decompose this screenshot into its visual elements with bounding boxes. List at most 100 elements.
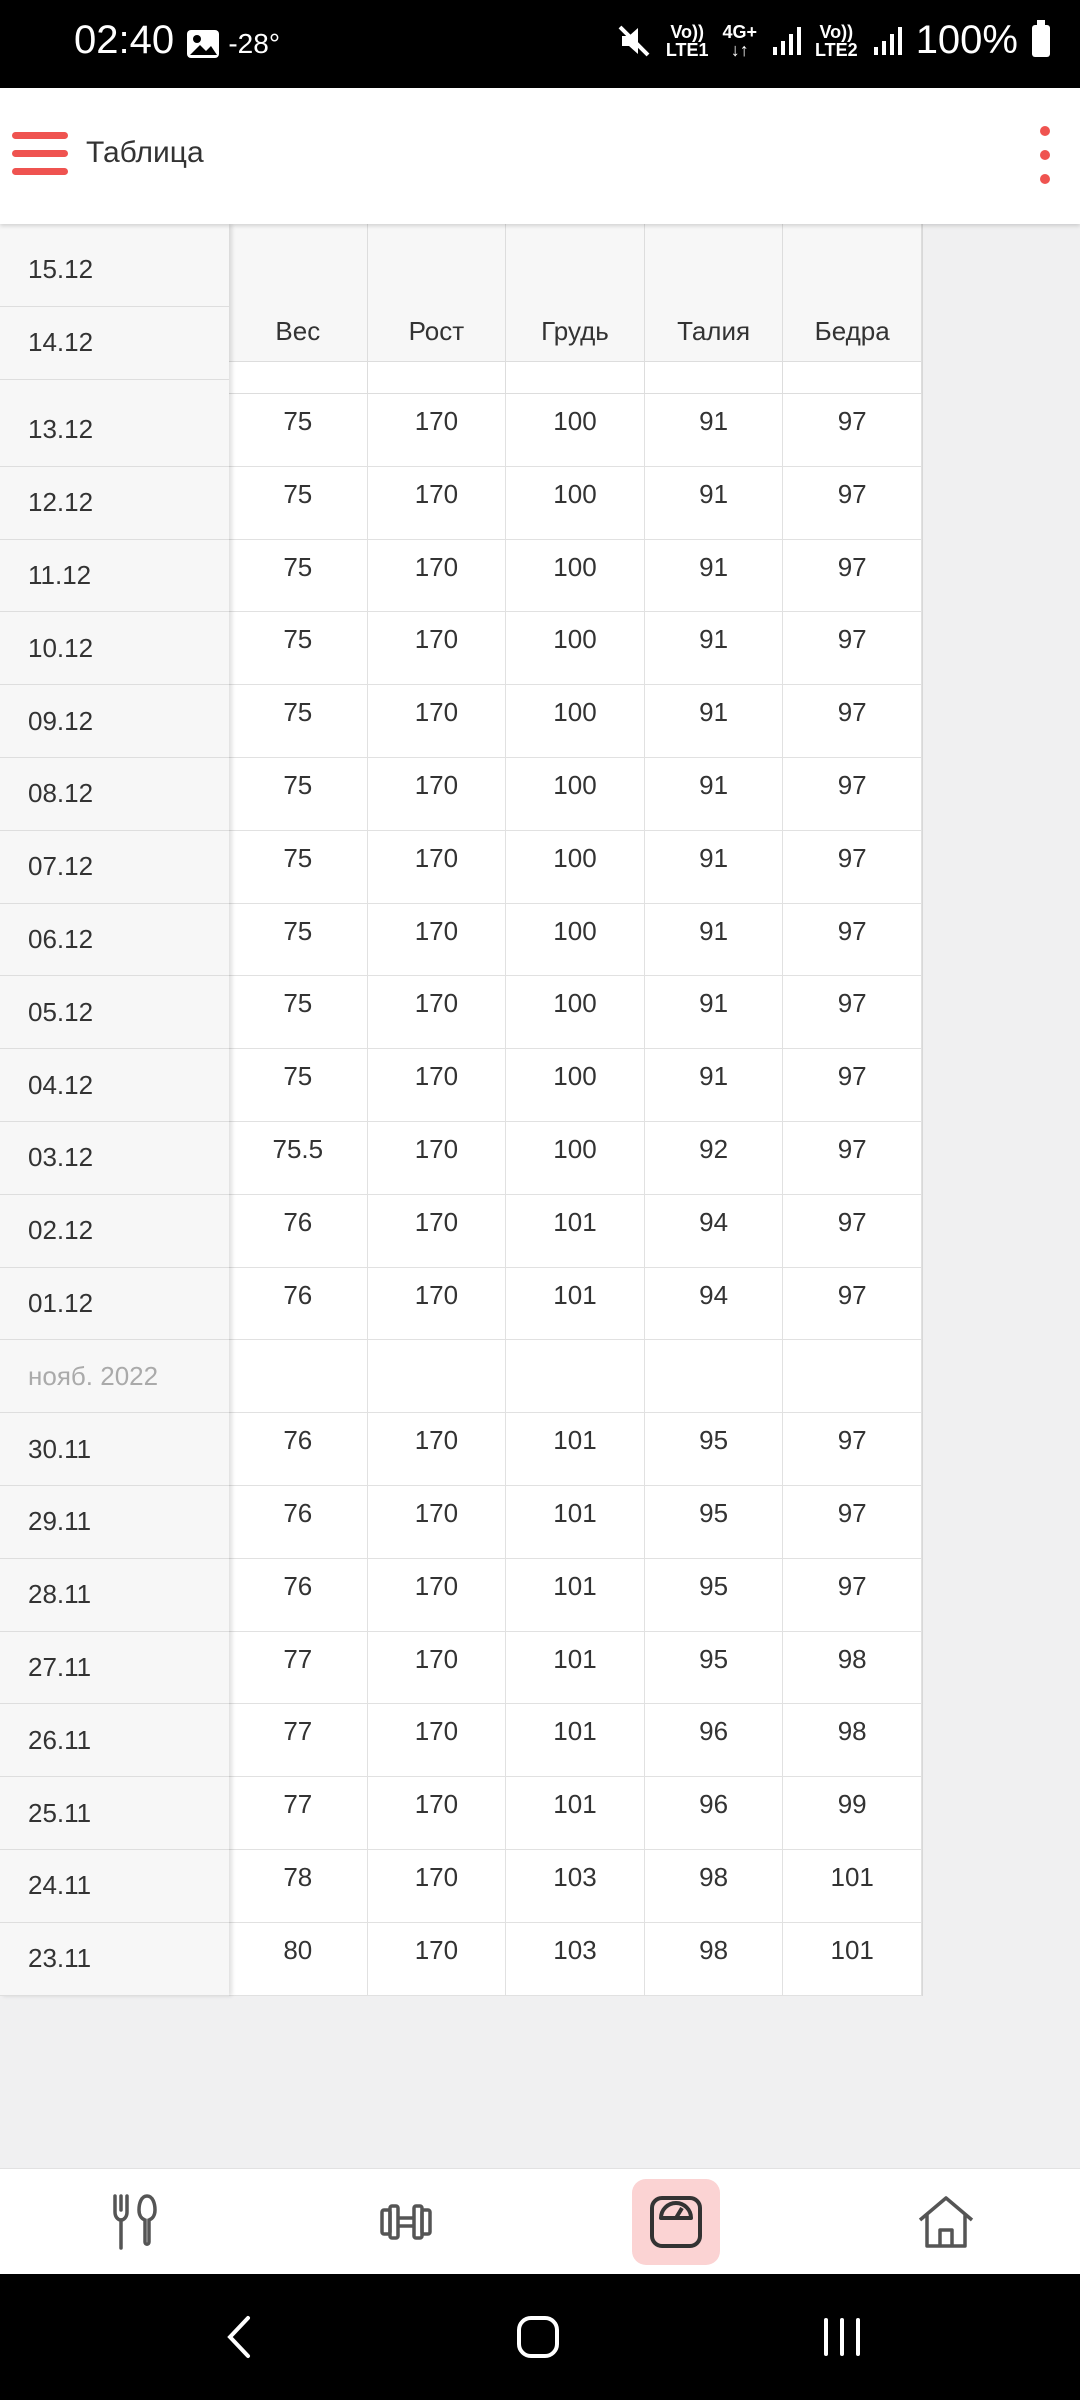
table-cell[interactable]: 98: [783, 1704, 922, 1778]
table-cell[interactable]: 97: [783, 1267, 922, 1341]
table-cell[interactable]: 101: [506, 1194, 645, 1268]
table-cell[interactable]: 100: [506, 685, 645, 758]
table-cell[interactable]: [644, 1340, 784, 1414]
table-cell[interactable]: 91: [644, 976, 784, 1050]
table-cell[interactable]: 101: [506, 1704, 645, 1778]
table-cell[interactable]: 170: [367, 1558, 507, 1632]
table-cell[interactable]: 95: [644, 1631, 784, 1705]
table-cell[interactable]: 96: [644, 1704, 784, 1778]
table-cell[interactable]: 91: [644, 1049, 784, 1122]
table-cell[interactable]: 170: [367, 1267, 507, 1341]
table-cell[interactable]: 96: [644, 1777, 784, 1850]
table-cell[interactable]: 97: [783, 1486, 922, 1559]
table-cell[interactable]: 97: [783, 758, 922, 831]
table-cell[interactable]: 100: [506, 466, 645, 540]
table-cell[interactable]: [783, 1340, 922, 1414]
table-cell[interactable]: 95: [644, 1413, 784, 1486]
table-cell[interactable]: 98: [644, 1850, 784, 1923]
table-cell[interactable]: 101: [506, 1558, 645, 1632]
table-cell[interactable]: 170: [367, 1413, 507, 1486]
table-cell[interactable]: 91: [644, 685, 784, 758]
measurements-table[interactable]: 15.12 14.12 13.12 12.12 11.12 10.12 09.12 08.12…: [0, 224, 923, 1996]
nav-workouts[interactable]: [362, 2179, 450, 2265]
table-cell[interactable]: 97: [783, 903, 922, 977]
table-cell[interactable]: 75: [229, 903, 368, 977]
table-cell[interactable]: 94: [644, 1194, 784, 1268]
table-cell[interactable]: 91: [644, 612, 784, 686]
table-cell[interactable]: 170: [367, 1194, 507, 1268]
table-cell[interactable]: 97: [783, 466, 922, 540]
table-cell[interactable]: 170: [367, 1631, 507, 1705]
table-cell[interactable]: 91: [644, 394, 784, 467]
table-cell[interactable]: 98: [783, 1631, 922, 1705]
table-cell[interactable]: 97: [783, 539, 922, 613]
table-cell[interactable]: 97: [783, 1122, 922, 1195]
table-cell[interactable]: 170: [367, 1704, 507, 1778]
table-cell[interactable]: [367, 1340, 507, 1414]
table-cell[interactable]: 75: [229, 1049, 368, 1122]
table-cell[interactable]: [506, 1340, 645, 1414]
table-cell[interactable]: 75: [229, 758, 368, 831]
table-cell[interactable]: 103: [506, 1922, 645, 1996]
nav-nutrition[interactable]: [91, 2179, 179, 2265]
table-cell[interactable]: 100: [506, 1049, 645, 1122]
table-cell[interactable]: 97: [783, 1049, 922, 1122]
table-cell[interactable]: 75: [229, 466, 368, 540]
table-cell[interactable]: 94: [644, 1267, 784, 1341]
table-cell[interactable]: 76: [229, 1267, 368, 1341]
table-cell[interactable]: 80: [229, 1922, 368, 1996]
table-cell[interactable]: 95: [644, 1558, 784, 1632]
table-cell[interactable]: 77: [229, 1631, 368, 1705]
table-cell[interactable]: 101: [506, 1413, 645, 1486]
table-cell[interactable]: 170: [367, 830, 507, 904]
table-cell[interactable]: 91: [644, 830, 784, 904]
table-cell[interactable]: 99: [783, 1777, 922, 1850]
table-cell[interactable]: 170: [367, 1922, 507, 1996]
table-cell[interactable]: 101: [783, 1922, 922, 1996]
home-nav-icon[interactable]: [516, 2314, 560, 2360]
table-cell[interactable]: 101: [506, 1486, 645, 1559]
table-cell[interactable]: 91: [644, 758, 784, 831]
table-cell[interactable]: 75.5: [229, 1122, 368, 1195]
table-cell[interactable]: 170: [367, 1486, 507, 1559]
table-cell[interactable]: 91: [644, 539, 784, 613]
table-cell[interactable]: 91: [644, 466, 784, 540]
table-cell[interactable]: 77: [229, 1777, 368, 1850]
table-cell[interactable]: 101: [783, 1850, 922, 1923]
table-cell[interactable]: 100: [506, 830, 645, 904]
table-cell[interactable]: 170: [367, 903, 507, 977]
recents-icon[interactable]: [820, 2314, 864, 2360]
table-cell[interactable]: 76: [229, 1558, 368, 1632]
table-cell[interactable]: 100: [506, 612, 645, 686]
table-cell[interactable]: 170: [367, 539, 507, 613]
table-cell[interactable]: 97: [783, 830, 922, 904]
nav-measurements[interactable]: [632, 2179, 720, 2265]
nav-home[interactable]: [902, 2179, 990, 2265]
table-cell[interactable]: 92: [644, 1122, 784, 1195]
table-cell[interactable]: 100: [506, 1122, 645, 1195]
table-cell[interactable]: 75: [229, 830, 368, 904]
table-cell[interactable]: 170: [367, 612, 507, 686]
table-cell[interactable]: 97: [783, 1558, 922, 1632]
table-cell[interactable]: 170: [367, 466, 507, 540]
table-cell[interactable]: 97: [783, 1194, 922, 1268]
table-cell[interactable]: 100: [506, 394, 645, 467]
table-cell[interactable]: 77: [229, 1704, 368, 1778]
table-cell[interactable]: 170: [367, 1850, 507, 1923]
table-cell[interactable]: 170: [367, 394, 507, 467]
more-options-icon[interactable]: [1038, 126, 1050, 186]
table-cell[interactable]: 101: [506, 1267, 645, 1341]
table-cell[interactable]: 98: [644, 1922, 784, 1996]
back-icon[interactable]: [220, 2314, 260, 2360]
table-cell[interactable]: 170: [367, 1777, 507, 1850]
table-cell[interactable]: 170: [367, 1049, 507, 1122]
table-cell[interactable]: 76: [229, 1194, 368, 1268]
table-cell[interactable]: [229, 1340, 368, 1414]
table-cell[interactable]: 170: [367, 1122, 507, 1195]
table-cell[interactable]: 91: [644, 903, 784, 977]
table-cell[interactable]: 103: [506, 1850, 645, 1923]
table-cell[interactable]: 75: [229, 976, 368, 1050]
table-cell[interactable]: 97: [783, 612, 922, 686]
table-cell[interactable]: 170: [367, 685, 507, 758]
table-cell[interactable]: 100: [506, 903, 645, 977]
